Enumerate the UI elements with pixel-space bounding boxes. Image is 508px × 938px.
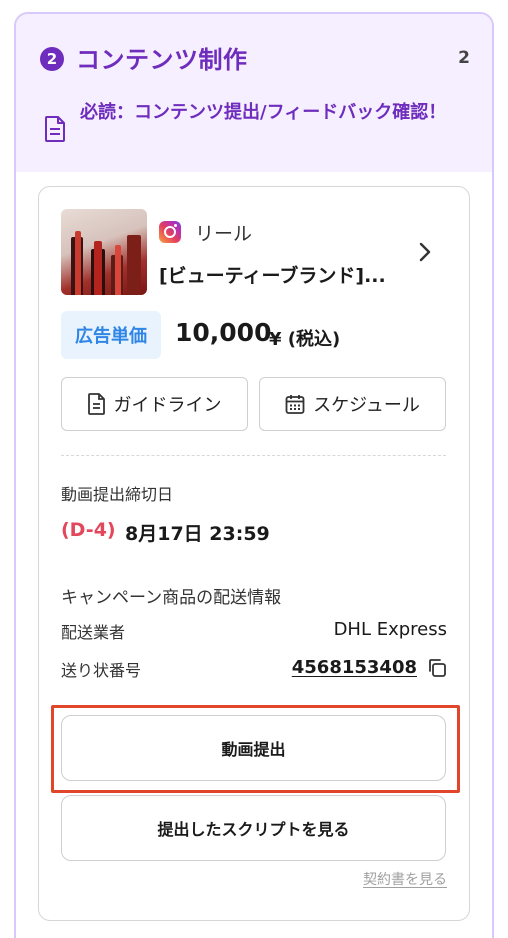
section-header: 2 コンテンツ制作 2 必読：コンテンツ提出/フィードバック確認！: [16, 14, 492, 172]
deadline-countdown: (D-4): [61, 519, 116, 541]
item-count: 2: [458, 48, 470, 68]
campaign-thumbnail[interactable]: [61, 209, 147, 295]
price-amount: 10,000: [175, 318, 272, 347]
section-title: コンテンツ制作: [76, 46, 248, 74]
schedule-button[interactable]: スケジュール: [259, 377, 446, 431]
deadline-date: 8月17日 23:59: [125, 523, 270, 545]
ad-price-badge: 広告単価: [61, 311, 161, 359]
post-type-label: リール: [195, 223, 253, 245]
campaign-title[interactable]: [ビューティーブランド]...: [159, 261, 404, 288]
guideline-button[interactable]: ガイドライン: [61, 377, 248, 431]
view-submitted-script-button[interactable]: 提出したスクリプトを見る: [61, 795, 446, 861]
tracking-number-link[interactable]: 4568153408: [292, 657, 417, 678]
guideline-label: ガイドライン: [113, 395, 222, 416]
content-production-section: 2 コンテンツ制作 2 必読：コンテンツ提出/フィードバック確認！ リール [ビ…: [14, 12, 494, 938]
price-unit: ¥ (税込): [269, 329, 341, 350]
copy-icon[interactable]: [427, 658, 447, 678]
step-number-badge: 2: [40, 47, 64, 71]
carrier-label: 配送業者: [61, 623, 126, 642]
instagram-icon: [159, 221, 181, 243]
divider: [61, 455, 446, 456]
calendar-icon: [285, 395, 305, 414]
document-icon: [45, 116, 65, 142]
schedule-label: スケジュール: [313, 395, 420, 416]
view-contract-link[interactable]: 契約書を見る: [363, 869, 447, 889]
deadline-label: 動画提出締切日: [61, 485, 174, 504]
tracking-number-label: 送り状番号: [61, 661, 142, 680]
campaign-card: リール [ビューティーブランド]... 広告単価 10,000 ¥ (税込) ガ…: [38, 186, 470, 921]
shipping-info-title: キャンペーン商品の配送情報: [61, 588, 282, 608]
carrier-value: DHL Express: [333, 619, 447, 640]
submit-video-button[interactable]: 動画提出: [61, 715, 446, 781]
required-reading-link[interactable]: 必読：コンテンツ提出/フィードバック確認！: [80, 98, 470, 127]
document-icon: [87, 393, 105, 415]
chevron-right-icon[interactable]: [417, 241, 433, 263]
